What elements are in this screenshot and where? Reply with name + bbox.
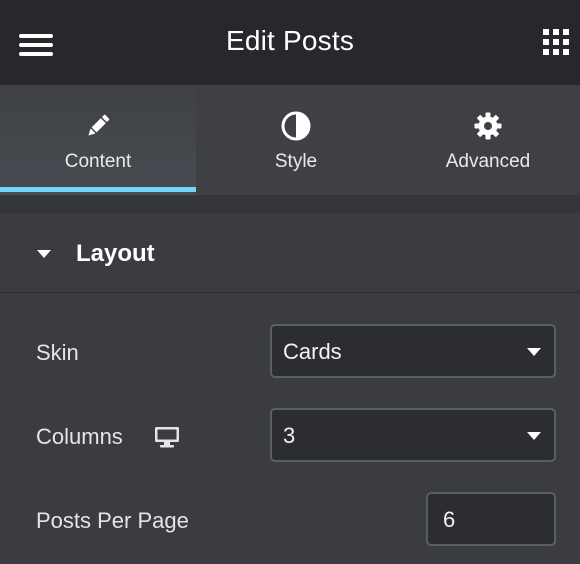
- skin-select-value: Cards: [283, 339, 342, 364]
- desktop-monitor-icon[interactable]: [154, 426, 180, 448]
- chevron-down-icon: [527, 432, 541, 440]
- caret-down-icon: [37, 250, 51, 258]
- panel-tabs: Content Style Advanced: [0, 85, 580, 195]
- posts-per-page-input[interactable]: 6: [426, 492, 556, 546]
- active-tab-indicator: [0, 187, 196, 192]
- tabs-divider: [0, 195, 580, 213]
- pencil-icon: [88, 114, 110, 136]
- grid-apps-icon[interactable]: [543, 29, 569, 55]
- tab-advanced-label: Advanced: [445, 151, 531, 172]
- posts-per-page-label: Posts Per Page: [36, 508, 189, 533]
- skin-label: Skin: [36, 340, 79, 365]
- gear-icon: [474, 112, 502, 140]
- columns-select[interactable]: 3: [270, 408, 556, 462]
- skin-select[interactable]: Cards: [270, 324, 556, 378]
- columns-select-value: 3: [283, 423, 296, 448]
- chevron-down-icon: [527, 348, 541, 356]
- tab-style-label: Style: [274, 151, 318, 172]
- tab-advanced[interactable]: Advanced: [396, 85, 580, 195]
- section-title: Layout: [76, 240, 155, 267]
- layout-section-toggle[interactable]: Layout: [0, 213, 580, 293]
- tab-style[interactable]: Style: [196, 85, 396, 195]
- tab-content-label: Content: [64, 151, 132, 172]
- columns-label: Columns: [36, 424, 123, 449]
- posts-per-page-value: 6: [443, 507, 456, 532]
- editor-header: Edit Posts: [0, 0, 580, 85]
- half-circle-contrast-icon: [281, 111, 311, 141]
- page-title: Edit Posts: [225, 25, 355, 56]
- tab-content[interactable]: Content: [0, 85, 196, 195]
